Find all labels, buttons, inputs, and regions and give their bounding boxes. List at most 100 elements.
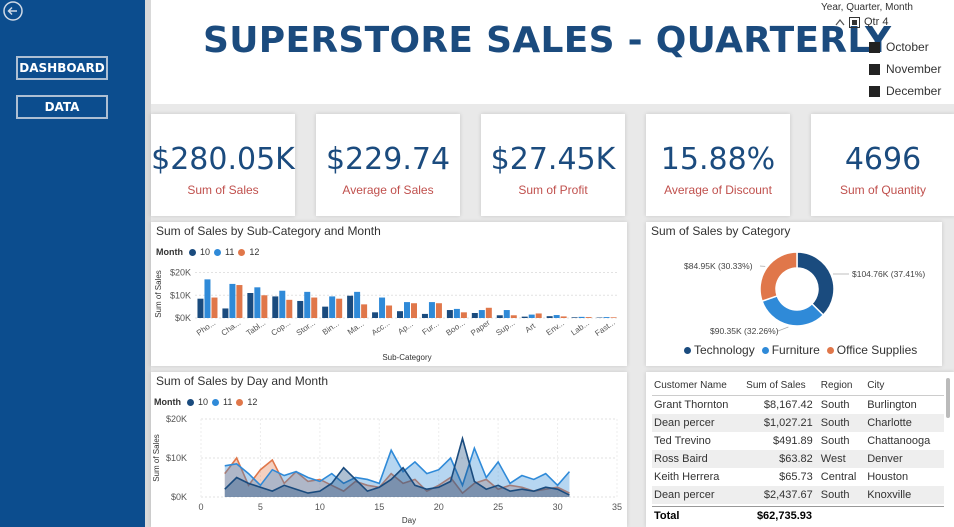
chevron-up-icon[interactable] (835, 18, 845, 26)
x-tick-label: Ma... (346, 319, 366, 337)
cell-customer: Ross Baird (652, 449, 745, 468)
donut-slice (796, 251, 835, 317)
bar (286, 299, 293, 318)
cell-region: Central (820, 470, 857, 483)
donut-slice (759, 251, 798, 303)
bar (446, 310, 453, 318)
bar (297, 300, 304, 318)
cell-city: Burlington (867, 398, 917, 411)
x-tick-label: Sup... (494, 318, 516, 337)
kpi-label: Average of Sales (342, 183, 434, 197)
bar (397, 311, 403, 318)
bar (546, 316, 553, 318)
leader-line (777, 326, 789, 332)
bar (453, 308, 460, 318)
kpi-card-sum-profit: $27.45K Sum of Profit (481, 114, 625, 216)
bar (304, 291, 311, 318)
header: SUPERSTORE SALES - QUARTERLY Year, Quart… (151, 0, 954, 104)
cell-sales: $65.73 (779, 470, 813, 483)
kpi-label: Sum of Sales (187, 183, 259, 197)
kpi-value: 15.88% (660, 142, 776, 177)
legend-dot-furniture (761, 346, 769, 354)
month-checkbox[interactable] (869, 41, 880, 53)
back-arrow-icon[interactable] (2, 0, 24, 22)
bar (386, 305, 393, 318)
month-checkbox[interactable] (869, 85, 880, 97)
slicer-month-november[interactable]: November (869, 62, 941, 76)
x-tick-label: Fast... (593, 318, 616, 338)
column-header-sales[interactable]: Sum of Sales (744, 376, 819, 396)
cell-sales: $2,437.67 (744, 485, 819, 504)
data-button[interactable]: DATA (16, 95, 108, 119)
x-tick-label: 20 (434, 502, 444, 512)
bar (510, 315, 517, 318)
month-label: December (886, 84, 942, 98)
cell-region: South (818, 485, 866, 504)
month-label: November (886, 62, 942, 76)
bar (428, 302, 435, 318)
column-header-region[interactable]: Region (818, 376, 866, 396)
bar (503, 310, 510, 318)
kpi-label: Average of Discount (664, 183, 772, 197)
bar (329, 296, 336, 318)
dashboard-button[interactable]: DASHBOARD (16, 56, 108, 80)
table-scrollbar[interactable] (946, 378, 950, 418)
bar (471, 313, 478, 318)
slicer-month-december[interactable]: December (869, 84, 941, 98)
data-label: $84.95K (30.33%) (684, 261, 753, 271)
table-row[interactable]: Ted Trevino $491.89 South Chattanooga (652, 432, 944, 450)
slicer-month-october[interactable]: October (869, 40, 929, 54)
cell-city: Knoxville (865, 485, 944, 504)
x-tick-label: 15 (374, 502, 384, 512)
kpi-label: Sum of Profit (518, 183, 588, 197)
x-tick-label: Stor... (295, 318, 317, 337)
table-row[interactable]: Dean percer $2,437.67 South Knoxville (652, 485, 944, 504)
bar (485, 307, 492, 318)
bar (528, 314, 535, 318)
bar (322, 306, 329, 318)
cell-customer: Grant Thornton (654, 398, 729, 411)
table-row[interactable]: Ross Baird $63.82 West Denver (652, 449, 944, 468)
kpi-label: Sum of Quantity (839, 183, 927, 197)
table-total-row: Total $62,735.93 (652, 506, 944, 522)
column-header-customer[interactable]: Customer Name (652, 376, 745, 396)
legend-label: Furniture (771, 343, 820, 357)
x-axis-label: Day (402, 516, 416, 525)
slicer-quarter[interactable]: Qtr 4 (835, 16, 888, 28)
bar (372, 312, 379, 318)
cell-customer: Dean percer (652, 485, 745, 504)
x-axis-label: Sub-Category (382, 353, 431, 362)
bar (336, 298, 343, 318)
kpi-card-sum-sales: $280.05K Sum of Sales (151, 114, 295, 216)
table-header-row: Customer Name Sum of Sales Region City (652, 376, 944, 396)
cell-region: South (820, 434, 850, 447)
bar (560, 316, 567, 318)
x-tick-label: Fur... (420, 319, 440, 337)
x-tick-label: Art (523, 321, 537, 335)
area-chart: $0K $10K $20K 0 5 10 15 20 25 30 35 Day Sum of Sales (152, 414, 622, 525)
kpi-card-average-sales: $229.74 Average of Sales (316, 114, 460, 216)
bar (535, 313, 542, 318)
x-tick-label: 25 (493, 502, 503, 512)
donut-legend: Technology Furniture Office Supplies (684, 343, 917, 357)
table-row[interactable]: Keith Herrera $65.73 Central Houston (652, 468, 944, 486)
sidebar: DASHBOARD DATA (0, 0, 145, 527)
quarter-checkbox[interactable] (849, 16, 860, 28)
bar (254, 287, 261, 318)
legend-dot-technology (684, 346, 691, 354)
table-row[interactable]: Grant Thornton $8,167.42 South Burlingto… (652, 396, 944, 414)
kpi-value: $280.05K (151, 142, 295, 177)
bar (311, 297, 318, 318)
bar (222, 308, 229, 318)
column-header-city[interactable]: City (865, 376, 944, 396)
month-checkbox[interactable] (869, 63, 880, 75)
total-value: $62,735.93 (756, 510, 812, 522)
y-tick-label: $20K (166, 414, 187, 424)
x-tick-label: Cha... (220, 318, 243, 338)
bar-chart-panel: Sum of Sales by Sub-Category and Month M… (151, 222, 627, 366)
cell-sales: $1,027.21 (744, 413, 819, 432)
y-tick-label: $0K (171, 492, 187, 502)
table-row[interactable]: Dean percer $1,027.21 South Charlotte (652, 413, 944, 432)
kpi-value: $27.45K (490, 142, 616, 177)
legend-dot-office-supplies (826, 346, 834, 354)
